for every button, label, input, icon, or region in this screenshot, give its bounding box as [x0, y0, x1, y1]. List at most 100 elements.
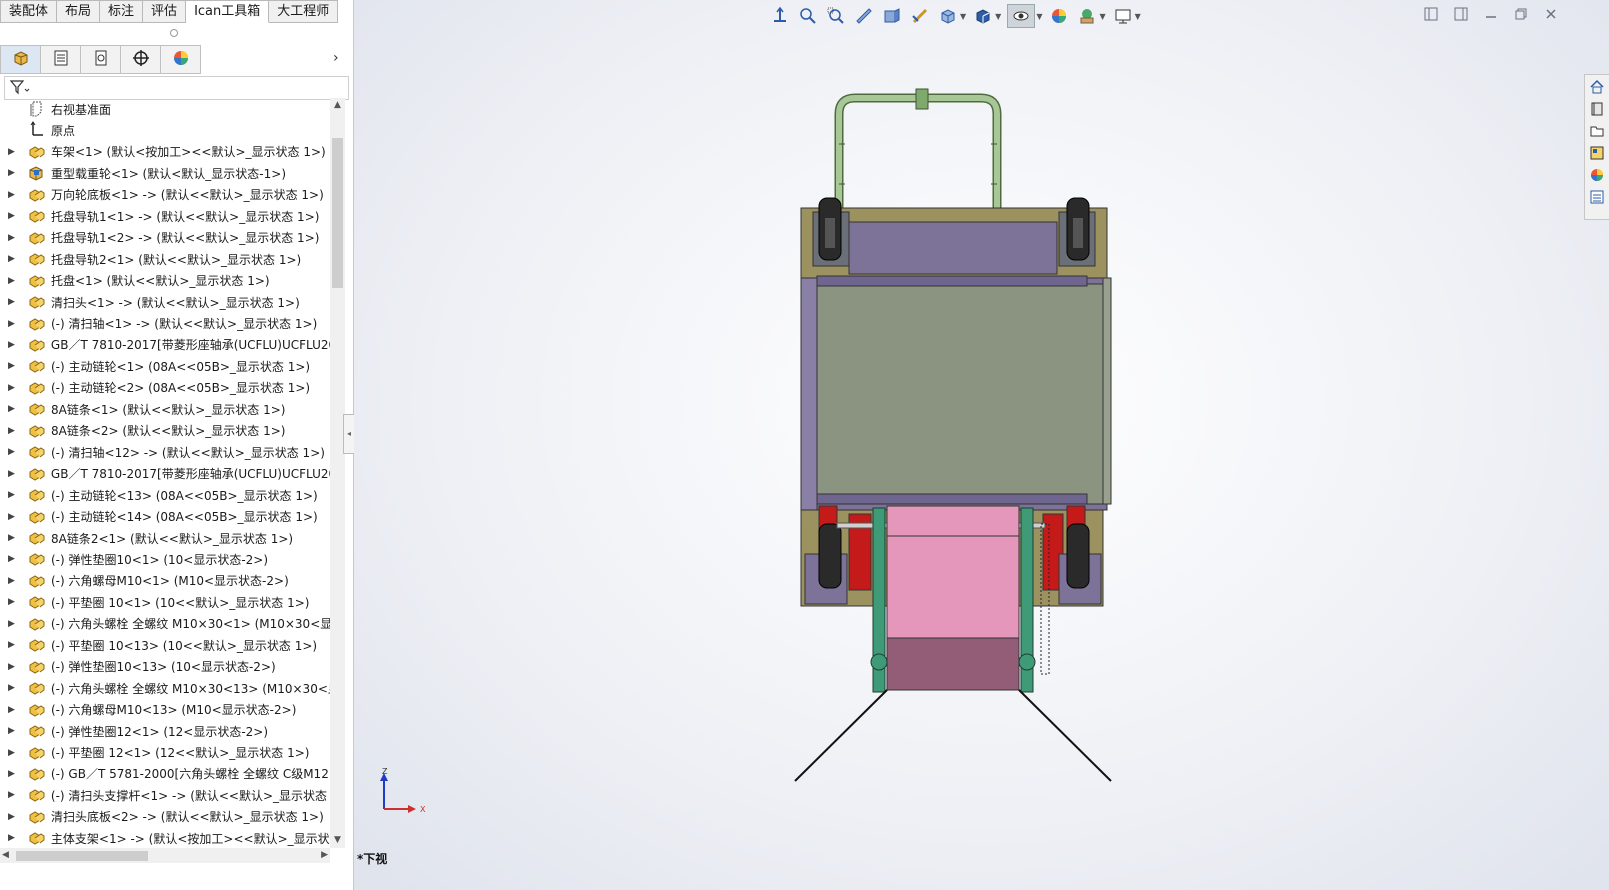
command-tab[interactable]: 大工程师 — [269, 0, 339, 23]
panel-grip-icon[interactable] — [170, 29, 178, 37]
dropdown-arrow-icon[interactable]: ▼ — [1099, 12, 1105, 21]
expand-arrow-icon[interactable]: ▶ — [8, 533, 15, 543]
expand-arrow-icon[interactable]: ▶ — [8, 404, 15, 414]
tree-item[interactable]: ▶ GB／T 7810-2017[带菱形座轴承(UCFLU)UCFLU202]< — [0, 334, 330, 356]
tree-item[interactable]: ▶ 重型载重轮<1> (默认<默认_显示状态-1>) — [0, 162, 330, 184]
expand-arrow-icon[interactable]: ▶ — [8, 211, 15, 221]
scroll-left-arrow-icon[interactable]: ◀ — [2, 848, 9, 863]
expand-arrow-icon[interactable]: ▶ — [8, 276, 15, 286]
expand-arrow-icon[interactable]: ▶ — [8, 790, 15, 800]
expand-arrow-icon[interactable]: ▶ — [8, 748, 15, 758]
view-settings-icon[interactable] — [1112, 5, 1134, 27]
scroll-thumb[interactable] — [16, 851, 148, 861]
assembly-model[interactable] — [791, 84, 1121, 794]
expand-arrow-icon[interactable]: ▶ — [8, 812, 15, 822]
property-manager-tab[interactable] — [41, 45, 81, 74]
tree-item[interactable]: ▶ (-) 平垫圈 12<1> (12<<默认>_显示状态 1>) — [0, 742, 330, 764]
tree-item[interactable]: ▶ (-) 清扫轴<1> -> (默认<<默认>_显示状态 1>) — [0, 313, 330, 335]
tree-item[interactable]: ▶ (-) 六角头螺栓 全螺纹 M10×30<13> (M10×30<显示 — [0, 677, 330, 699]
tree-item[interactable]: ▶ (-) 弹性垫圈12<1> (12<显示状态-2>) — [0, 720, 330, 742]
tree-item[interactable]: ▶ (-) 主动链轮<14> (08A<<05B>_显示状态 1>) — [0, 506, 330, 528]
tree-item[interactable]: ▶ 主体支架<1> -> (默认<按加工><<默认>_显示状态 — [0, 827, 330, 848]
minimize-icon[interactable] — [1483, 6, 1499, 22]
restore-icon[interactable] — [1513, 6, 1529, 22]
custom-properties-icon[interactable] — [1587, 187, 1607, 207]
scroll-thumb[interactable] — [332, 138, 343, 288]
tree-item[interactable]: ▶ 车架<1> (默认<按加工><<默认>_显示状态 1>) — [0, 141, 330, 163]
filter-icon[interactable] — [9, 79, 31, 98]
dropdown-arrow-icon[interactable]: ▼ — [995, 12, 1001, 21]
view-orientation-icon[interactable] — [937, 5, 959, 27]
expand-arrow-icon[interactable]: ▶ — [8, 447, 15, 457]
expand-arrow-icon[interactable]: ▶ — [8, 319, 15, 329]
tree-vertical-scrollbar[interactable]: ▲ ▼ — [330, 98, 345, 848]
expand-arrow-icon[interactable]: ▶ — [8, 769, 15, 779]
expand-arrow-icon[interactable]: ▶ — [8, 683, 15, 693]
tree-item[interactable]: ▶ (-) 平垫圈 10<13> (10<<默认>_显示状态 1>) — [0, 634, 330, 656]
expand-arrow-icon[interactable]: ▶ — [8, 340, 15, 350]
file-explorer-icon[interactable] — [1587, 121, 1607, 141]
command-tab[interactable]: Ican工具箱 — [186, 0, 270, 23]
command-tab[interactable]: 标注 — [100, 0, 144, 23]
expand-arrow-icon[interactable]: ▶ — [8, 726, 15, 736]
feature-manager-more-button[interactable]: › — [333, 50, 339, 66]
tile-left-icon[interactable] — [1423, 6, 1439, 22]
expand-arrow-icon[interactable]: ▶ — [8, 168, 15, 178]
tree-item[interactable]: ▶ 8A链条<2> (默认<<默认>_显示状态 1>) — [0, 420, 330, 442]
expand-arrow-icon[interactable]: ▶ — [8, 576, 15, 586]
expand-arrow-icon[interactable]: ▶ — [8, 147, 15, 157]
feature-tree-tab[interactable] — [0, 45, 41, 74]
expand-arrow-icon[interactable]: ▶ — [8, 640, 15, 650]
tree-item[interactable]: ▶ 8A链条2<1> (默认<<默认>_显示状态 1>) — [0, 527, 330, 549]
tree-item[interactable]: ▶ (-) 六角螺母M10<1> (M10<显示状态-2>) — [0, 570, 330, 592]
expand-arrow-icon[interactable]: ▶ — [8, 554, 15, 564]
view-palette-icon[interactable] — [1587, 143, 1607, 163]
display-manager-tab[interactable] — [161, 45, 201, 74]
edit-appearance-icon[interactable] — [1048, 5, 1070, 27]
tree-item[interactable]: ▶ (-) 主动链轮<1> (08A<<05B>_显示状态 1>) — [0, 355, 330, 377]
tree-item[interactable]: ▶ 托盘导轨1<1> -> (默认<<默认>_显示状态 1>) — [0, 205, 330, 227]
expand-arrow-icon[interactable]: ▶ — [8, 469, 15, 479]
tree-item[interactable]: ▶ (-) 主动链轮<2> (08A<<05B>_显示状态 1>) — [0, 377, 330, 399]
tree-item[interactable]: ▶ (-) 弹性垫圈10<1> (10<显示状态-2>) — [0, 548, 330, 570]
expand-arrow-icon[interactable]: ▶ — [8, 383, 15, 393]
tree-item[interactable]: 右视基准面 — [0, 98, 330, 120]
tree-item[interactable]: ▶ 清扫头<1> -> (默认<<默认>_显示状态 1>) — [0, 291, 330, 313]
tree-item[interactable]: ▶ (-) 平垫圈 10<1> (10<<默认>_显示状态 1>) — [0, 591, 330, 613]
expand-arrow-icon[interactable]: ▶ — [8, 833, 15, 843]
expand-arrow-icon[interactable]: ▶ — [8, 254, 15, 264]
expand-arrow-icon[interactable]: ▶ — [8, 297, 15, 307]
home-icon[interactable] — [1587, 77, 1607, 97]
command-tab[interactable]: 装配体 — [0, 0, 58, 23]
dropdown-arrow-icon[interactable]: ▼ — [960, 12, 966, 21]
tree-item[interactable]: ▶ GB／T 7810-2017[带菱形座轴承(UCFLU)UCFLU202]< — [0, 463, 330, 485]
expand-arrow-icon[interactable]: ▶ — [8, 662, 15, 672]
view-orientation-triad-icon[interactable] — [769, 5, 791, 27]
tree-item[interactable]: ▶ 托盘<1> (默认<<默认>_显示状态 1>) — [0, 270, 330, 292]
dropdown-arrow-icon[interactable]: ▼ — [1036, 12, 1042, 21]
section-view-icon[interactable] — [881, 5, 903, 27]
tree-item[interactable]: ▶ (-) 弹性垫圈10<13> (10<显示状态-2>) — [0, 656, 330, 678]
expand-arrow-icon[interactable]: ▶ — [8, 426, 15, 436]
tree-item[interactable]: ▶ 万向轮底板<1> -> (默认<<默认>_显示状态 1>) — [0, 184, 330, 206]
appearances-icon[interactable] — [1587, 165, 1607, 185]
expand-arrow-icon[interactable]: ▶ — [8, 705, 15, 715]
close-icon[interactable] — [1543, 6, 1559, 22]
previous-view-icon[interactable] — [853, 5, 875, 27]
expand-arrow-icon[interactable]: ▶ — [8, 233, 15, 243]
zoom-to-area-icon[interactable] — [825, 5, 847, 27]
expand-arrow-icon[interactable]: ▶ — [8, 512, 15, 522]
tree-item[interactable]: ▶ (-) GB／T 5781-2000[六角头螺栓 全螺纹 C级M12×35 — [0, 763, 330, 785]
tree-item[interactable]: 原点 — [0, 119, 330, 141]
expand-arrow-icon[interactable]: ▶ — [8, 490, 15, 500]
expand-arrow-icon[interactable]: ▶ — [8, 361, 15, 371]
dynamic-annotation-icon[interactable] — [909, 5, 931, 27]
scroll-down-arrow-icon[interactable]: ▼ — [330, 833, 345, 848]
hide-show-items-icon[interactable] — [1007, 4, 1036, 28]
expand-arrow-icon[interactable]: ▶ — [8, 597, 15, 607]
tree-item[interactable]: ▶ 托盘导轨2<1> (默认<<默认>_显示状态 1>) — [0, 248, 330, 270]
tree-item[interactable]: ▶ (-) 清扫轴<12> -> (默认<<默认>_显示状态 1>) — [0, 441, 330, 463]
expand-arrow-icon[interactable]: ▶ — [8, 619, 15, 629]
graphics-area[interactable]: ▼ ▼ ▼ ▼ ▼ Z X *下视 — [354, 0, 1609, 890]
dimxpert-tab[interactable] — [121, 45, 161, 74]
